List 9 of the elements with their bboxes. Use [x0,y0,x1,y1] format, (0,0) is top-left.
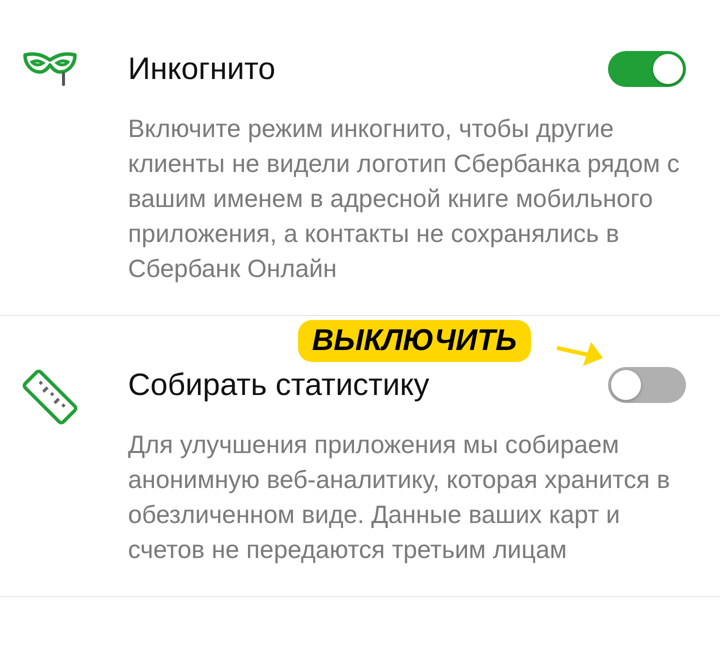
callout-label: ВЫКЛЮЧИТЬ [298,320,531,362]
pointer-arrow [556,342,603,366]
toggle-switch[interactable] [608,51,686,87]
setting-description: Включите режим инкогнито, чтобы другие клиенты не видели логотип Сбербанка рядом с вашим именем в адресной книге мобильного приложения, а контакты не сохранялись в Сбербанк Онлайн [128,114,680,285]
setting-title: Инкогнито [128,50,276,88]
setting-title: Собирать статистику [128,366,430,404]
setting-description: Для улучшения приложения мы собираем анонимную веб-аналитику, которая хранится в обезличенном виде. Данные ваших карт и счетов не передаются третьим лицам [128,430,671,566]
mask-icon [22,50,78,88]
toggle-switch[interactable] [608,367,686,403]
